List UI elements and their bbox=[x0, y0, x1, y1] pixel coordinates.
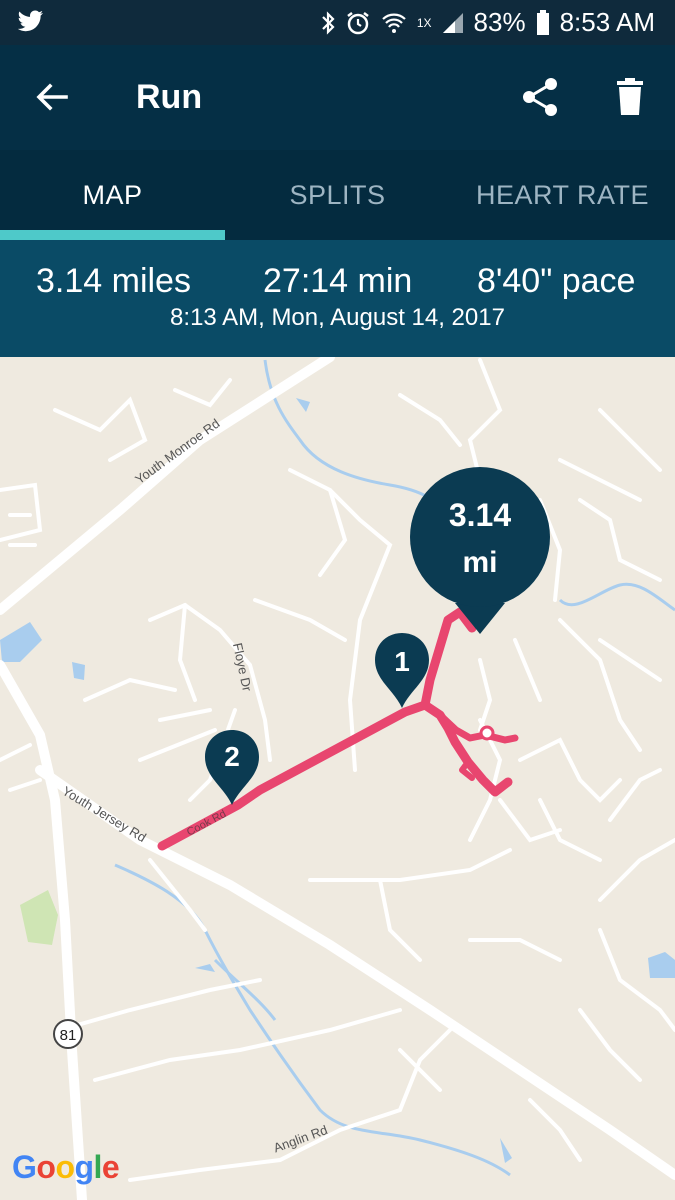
network-type-label: 1X bbox=[416, 15, 432, 30]
label-youth-jersey-rd: Youth Jersey Rd bbox=[60, 783, 149, 845]
app-bar: Run bbox=[0, 45, 675, 150]
split-marker-1[interactable]: 1 bbox=[375, 633, 429, 708]
tab-heart-rate[interactable]: HEART RATE bbox=[450, 150, 675, 240]
google-logo-letter: g bbox=[74, 1149, 94, 1185]
status-icons: 1X 83% 8:53 AM bbox=[321, 0, 655, 45]
map-canvas[interactable]: Youth Monroe Rd Floye Dr Youth Jersey Rd… bbox=[0, 357, 675, 1200]
google-logo: Google bbox=[12, 1149, 120, 1186]
wifi-icon bbox=[381, 12, 407, 34]
back-arrow-icon bbox=[36, 83, 68, 111]
label-cook-rd: Cook Rd bbox=[185, 808, 228, 839]
signal-icon bbox=[442, 12, 464, 34]
alarm-icon bbox=[345, 10, 371, 36]
twitter-icon bbox=[17, 10, 44, 34]
tab-map-label: MAP bbox=[82, 179, 143, 210]
delete-button[interactable] bbox=[608, 75, 652, 119]
battery-icon bbox=[536, 9, 550, 36]
battery-percent: 83% bbox=[473, 7, 526, 37]
google-logo-letter: G bbox=[12, 1149, 37, 1185]
minor-roads bbox=[0, 358, 675, 1182]
duration-value: 27:14 min bbox=[263, 262, 413, 300]
distance-value: 3.14 miles bbox=[36, 262, 191, 300]
google-logo-text: Google bbox=[12, 1149, 120, 1185]
waterways bbox=[114, 359, 675, 1177]
route-map[interactable]: Youth Monroe Rd Floye Dr Youth Jersey Rd… bbox=[0, 357, 675, 1200]
active-tab-indicator bbox=[0, 230, 225, 240]
run-datetime: 8:13 AM, Mon, August 14, 2017 bbox=[170, 304, 505, 331]
tab-heart-rate-label: HEART RATE bbox=[475, 179, 650, 210]
end-marker-unit: mi bbox=[462, 546, 497, 579]
route-shield-number: 81 bbox=[60, 1027, 77, 1044]
split-marker-2-label: 2 bbox=[224, 741, 240, 772]
tab-bar: MAP SPLITS HEART RATE bbox=[0, 150, 675, 240]
trash-icon bbox=[617, 78, 643, 115]
google-logo-letter: e bbox=[101, 1149, 120, 1185]
tab-map[interactable]: MAP bbox=[0, 150, 225, 240]
page-title: Run bbox=[136, 78, 203, 116]
split-marker-1-label: 1 bbox=[394, 646, 410, 677]
share-icon bbox=[523, 78, 557, 116]
tab-splits-label: SPLITS bbox=[289, 179, 386, 210]
google-logo-letter: o bbox=[55, 1149, 75, 1185]
share-button[interactable] bbox=[518, 75, 562, 119]
back-button[interactable] bbox=[30, 75, 74, 119]
route-start-marker bbox=[479, 725, 495, 741]
park-area bbox=[20, 890, 58, 945]
google-logo-letter: l bbox=[93, 1149, 103, 1185]
label-youth-monroe-rd: Youth Monroe Rd bbox=[132, 416, 222, 487]
status-bar: 1X 83% 8:53 AM bbox=[0, 0, 675, 45]
run-summary: 3.14 miles 27:14 min 8'40" pace bbox=[0, 240, 675, 357]
clock: 8:53 AM bbox=[559, 7, 655, 37]
tab-splits[interactable]: SPLITS bbox=[225, 150, 450, 240]
pace-value: 8'40" pace bbox=[477, 262, 636, 300]
major-roads bbox=[0, 357, 675, 1200]
google-logo-letter: o bbox=[36, 1149, 56, 1185]
end-marker-distance: 3.14 bbox=[449, 497, 511, 533]
distance-end-marker[interactable]: 3.14 mi bbox=[410, 467, 550, 634]
bluetooth-icon bbox=[321, 10, 335, 35]
route-shield: 81 bbox=[53, 1019, 83, 1049]
